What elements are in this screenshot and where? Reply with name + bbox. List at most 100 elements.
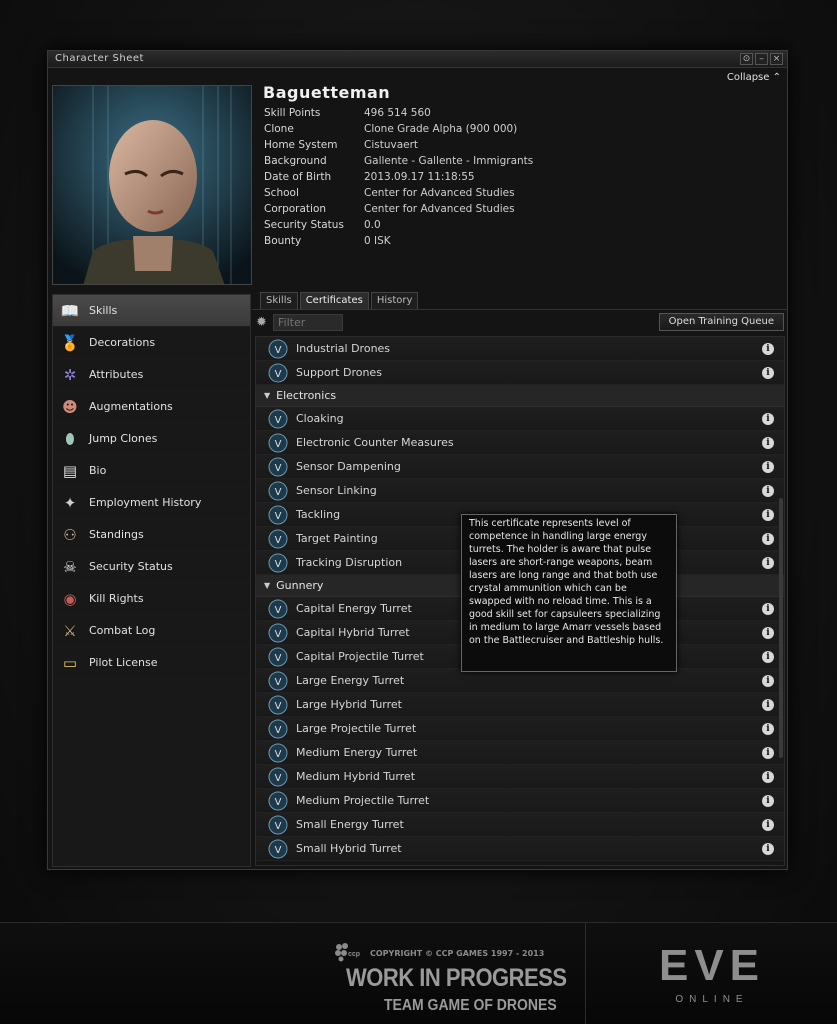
info-value: 496 514 560 [364, 107, 431, 119]
list-scrollbar[interactable] [779, 498, 783, 758]
svg-text:V: V [275, 605, 282, 616]
tab-history[interactable]: History [370, 292, 419, 309]
pin-button[interactable]: ⊙ [740, 53, 753, 65]
certificate-icon: V [268, 791, 288, 810]
sidebar-item-kill-rights[interactable]: ◉ Kill Rights [53, 583, 250, 615]
sidebar-item-augmentations[interactable]: ☻ Augmentations [53, 391, 250, 423]
list-item[interactable]: V Medium Energy Turret i [256, 741, 784, 765]
svg-text:V: V [275, 677, 282, 688]
sidebar-item-security-status[interactable]: ☠ Security Status [53, 551, 250, 583]
info-label: Corporation [264, 203, 327, 215]
list-item[interactable]: V Sensor Dampening i [256, 455, 784, 479]
list-item[interactable]: V Industrial Drones i [256, 337, 784, 361]
info-value[interactable]: Cistuvaert [364, 139, 418, 155]
certificate-icon: V [268, 647, 288, 666]
info-icon[interactable]: i [762, 557, 774, 569]
svg-text:V: V [275, 345, 282, 356]
caret-down-icon: ▼ [264, 391, 271, 400]
list-item[interactable]: V Small Hybrid Turret i [256, 837, 784, 861]
info-icon[interactable]: i [762, 603, 774, 615]
certificate-icon: V [268, 839, 288, 858]
sidebar-item-employment-history[interactable]: ✦ Employment History [53, 487, 250, 519]
info-icon[interactable]: i [762, 843, 774, 855]
filter-input[interactable] [273, 314, 343, 331]
certificate-name: Industrial Drones [296, 342, 391, 355]
sidebar-item-label: Kill Rights [89, 592, 144, 605]
list-item[interactable]: V Small Energy Turret i [256, 813, 784, 837]
open-training-queue-button[interactable]: Open Training Queue [658, 313, 784, 331]
certificate-icon: V [268, 339, 288, 358]
info-icon[interactable]: i [762, 747, 774, 759]
info-icon[interactable]: i [762, 343, 774, 355]
info-icon[interactable]: i [762, 651, 774, 663]
close-button[interactable]: × [770, 53, 783, 65]
sidebar-item-combat-log[interactable]: ⚔ Combat Log [53, 615, 250, 647]
svg-text:V: V [275, 845, 282, 856]
minimize-button[interactable]: – [755, 53, 768, 65]
certificate-icon: V [268, 409, 288, 428]
certificate-name: Sensor Dampening [296, 460, 401, 473]
window-titlebar[interactable]: Character Sheet ⊙ – × [48, 51, 787, 68]
sidebar-item-bio[interactable]: ▤ Bio [53, 455, 250, 487]
character-sheet-window: Character Sheet ⊙ – × Collapse ⌃ Baguett… [47, 50, 788, 870]
sidebar-item-decorations[interactable]: 🏅 Decorations [53, 327, 250, 359]
info-icon[interactable]: i [762, 461, 774, 473]
info-icon[interactable]: i [762, 675, 774, 687]
info-icon[interactable]: i [762, 533, 774, 545]
info-icon[interactable]: i [762, 795, 774, 807]
stars-icon: ✦ [63, 493, 77, 512]
gear-icon[interactable]: ✹ [256, 315, 267, 330]
certificate-name: Medium Projectile Turret [296, 794, 430, 807]
online-logo-text: ONLINE [675, 994, 748, 1005]
collapse-button[interactable]: Collapse ⌃ [727, 72, 781, 83]
sidebar-item-pilot-license[interactable]: ▭ Pilot License [53, 647, 250, 679]
list-item[interactable]: V Electronic Counter Measures i [256, 431, 784, 455]
tab-certificates[interactable]: Certificates [299, 292, 369, 309]
svg-text:V: V [275, 369, 282, 380]
svg-text:V: V [275, 797, 282, 808]
tab-skills[interactable]: Skills [260, 292, 298, 309]
info-icon[interactable]: i [762, 771, 774, 783]
certificate-name: Capital Projectile Turret [296, 650, 424, 663]
info-icon[interactable]: i [762, 699, 774, 711]
sidebar-item-attributes[interactable]: ✲ Attributes [53, 359, 250, 391]
sidebar-item-jump-clones[interactable]: ⬮ Jump Clones [53, 423, 250, 455]
info-icon[interactable]: i [762, 723, 774, 735]
info-icon[interactable]: i [762, 437, 774, 449]
info-value: 0 ISK [364, 235, 391, 247]
info-icon[interactable]: i [762, 485, 774, 497]
info-icon[interactable]: i [762, 509, 774, 521]
info-icon[interactable]: i [762, 627, 774, 639]
list-item[interactable]: V Large Energy Turret i [256, 669, 784, 693]
list-item[interactable]: V Large Hybrid Turret i [256, 693, 784, 717]
character-portrait [52, 85, 252, 285]
info-value: 0.0 [364, 219, 381, 231]
sidebar-item-standings[interactable]: ⚇ Standings [53, 519, 250, 551]
info-icon[interactable]: i [762, 819, 774, 831]
group-header-electronics[interactable]: ▼ Electronics [256, 385, 784, 407]
info-label: Home System [264, 139, 338, 151]
certificate-name: Sensor Linking [296, 484, 377, 497]
info-icon[interactable]: i [762, 367, 774, 379]
sidebar-item-label: Augmentations [89, 400, 173, 413]
list-item[interactable]: V Medium Projectile Turret i [256, 789, 784, 813]
certificate-name: Large Energy Turret [296, 674, 405, 687]
certificate-icon: V [268, 743, 288, 762]
info-value[interactable]: Clone Grade Alpha (900 000) [364, 123, 517, 139]
list-item[interactable]: V Medium Hybrid Turret i [256, 765, 784, 789]
list-item[interactable]: V Cloaking i [256, 407, 784, 431]
info-value[interactable]: Center for Advanced Studies [364, 187, 515, 203]
sidebar-item-skills[interactable]: 📖 Skills [53, 295, 250, 327]
list-item[interactable]: V Support Drones i [256, 361, 784, 385]
document-icon: ▤ [62, 461, 78, 480]
certificate-tooltip: This certificate represents level of com… [461, 514, 677, 672]
info-icon[interactable]: i [762, 413, 774, 425]
info-label: Bounty [264, 235, 302, 247]
people-icon: ⚇ [63, 525, 77, 544]
sidebar-item-label: Employment History [89, 496, 202, 509]
sidebar-item-label: Bio [89, 464, 107, 477]
list-item[interactable]: V Sensor Linking i [256, 479, 784, 503]
svg-text:V: V [275, 487, 282, 498]
info-value[interactable]: Center for Advanced Studies [364, 203, 515, 219]
list-item[interactable]: V Large Projectile Turret i [256, 717, 784, 741]
